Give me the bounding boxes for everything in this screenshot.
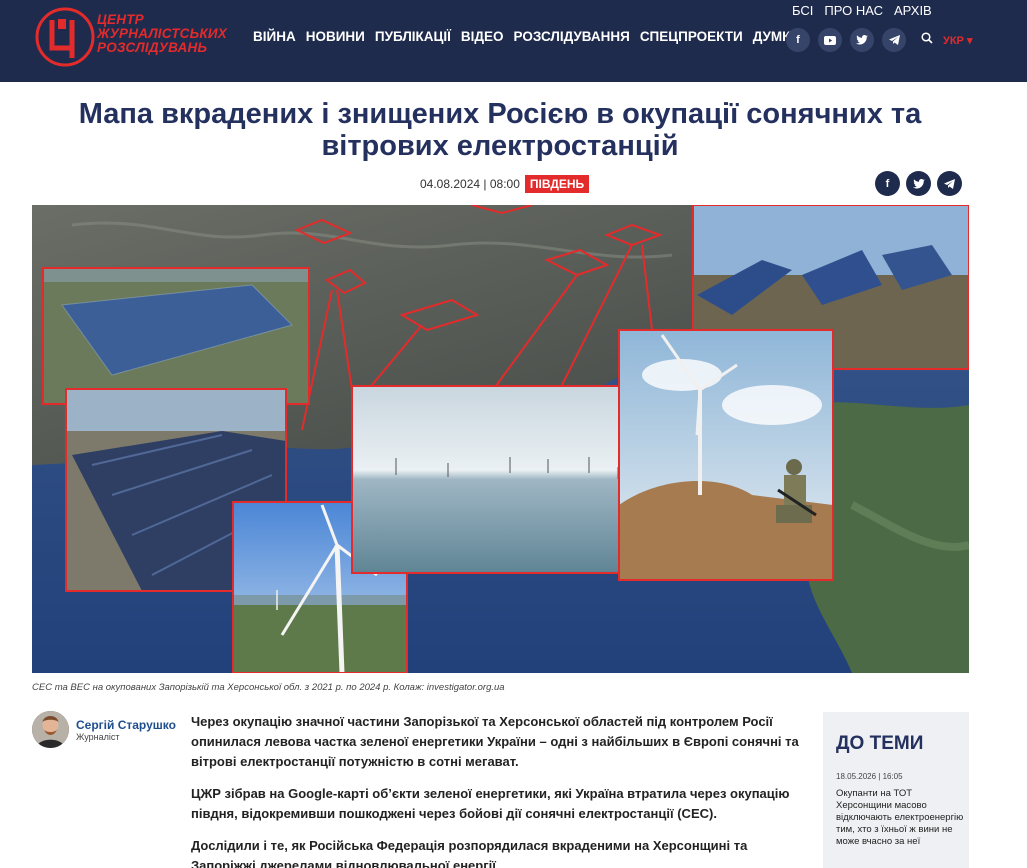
article-paragraph: Дослідили і те, як Російська Федерація р… bbox=[191, 838, 748, 868]
title-line: вітрових електростанцій bbox=[321, 130, 679, 162]
search-icon[interactable] bbox=[921, 32, 933, 48]
topnav-item-about[interactable]: ПРО НАС bbox=[824, 3, 883, 18]
telegram-icon[interactable] bbox=[937, 171, 962, 196]
region-badge[interactable]: ПІВДЕНЬ bbox=[524, 175, 590, 193]
topnav-item-bsi[interactable]: БСІ bbox=[792, 3, 813, 18]
article-paragraph: ЦЖР зібрав на Google-карті об’єкти зелен… bbox=[191, 786, 790, 821]
article-date: 04.08.2024 | 08:00 bbox=[420, 177, 520, 191]
sidebar-item-date: 18.05.2026 | 16:05 bbox=[836, 772, 903, 781]
main-nav: ВІЙНА НОВИНИ ПУБЛІКАЦІЇ ВІДЕО РОЗСЛІДУВА… bbox=[253, 29, 810, 44]
image-caption: СЕС та ВЕС на окупованих Запорізькій та … bbox=[32, 682, 505, 693]
youtube-icon[interactable] bbox=[818, 28, 842, 52]
header-social-links: f bbox=[786, 28, 906, 52]
author-name[interactable]: Сергій Старушко bbox=[76, 718, 176, 732]
top-nav: БСІ ПРО НАС АРХІВ bbox=[792, 3, 943, 18]
hero-collage-image[interactable] bbox=[32, 205, 969, 673]
site-header: ЦЕНТР ЖУРНАЛІСТСЬКИХ РОЗСЛІДУВАНЬ ВІЙНА … bbox=[0, 0, 1027, 82]
telegram-icon[interactable] bbox=[882, 28, 906, 52]
twitter-icon[interactable] bbox=[906, 171, 931, 196]
nav-item-news[interactable]: НОВИНИ bbox=[306, 29, 365, 44]
avatar[interactable] bbox=[32, 711, 69, 748]
article-meta: 04.08.2024 | 08:00 ПІВДЕНЬ bbox=[420, 175, 590, 193]
related-sidebar: ДО ТЕМИ 18.05.2026 | 16:05 Окупанти на Т… bbox=[823, 712, 969, 868]
nav-item-video[interactable]: ВІДЕО bbox=[461, 29, 504, 44]
nav-item-publications[interactable]: ПУБЛІКАЦІЇ bbox=[375, 29, 451, 44]
logo-text[interactable]: ЦЕНТР ЖУРНАЛІСТСЬКИХ РОЗСЛІДУВАНЬ bbox=[97, 13, 227, 55]
author-role: Журналіст bbox=[76, 732, 120, 742]
article-title: Мапа вкрадених і знищених Росією в окупа… bbox=[40, 98, 960, 162]
title-line: Мапа вкрадених і знищених Росією в окупа… bbox=[78, 98, 922, 130]
facebook-icon[interactable]: f bbox=[875, 171, 900, 196]
sidebar-title: ДО ТЕМИ bbox=[836, 733, 924, 754]
logo-line: ЖУРНАЛІСТСЬКИХ bbox=[97, 26, 227, 41]
share-buttons: f bbox=[875, 171, 962, 196]
nav-item-investigations[interactable]: РОЗСЛІДУВАННЯ bbox=[514, 29, 630, 44]
sidebar-item-link[interactable]: Окупанти на ТОТ Херсонщини масово відклю… bbox=[836, 788, 964, 848]
author-block[interactable]: Сергій Старушко Журналіст bbox=[32, 711, 176, 748]
logo-line: ЦЕНТР bbox=[97, 12, 144, 27]
article-body: Через окупацію значної частини Запорізьк… bbox=[191, 712, 811, 868]
topnav-item-archive[interactable]: АРХІВ bbox=[894, 3, 932, 18]
facebook-icon[interactable]: f bbox=[786, 28, 810, 52]
article-paragraph: Через окупацію значної частини Запорізьк… bbox=[191, 714, 799, 769]
nav-item-war[interactable]: ВІЙНА bbox=[253, 29, 296, 44]
language-selector[interactable]: УКР ▾ bbox=[943, 34, 972, 47]
logo-icon[interactable] bbox=[34, 6, 96, 68]
twitter-icon[interactable] bbox=[850, 28, 874, 52]
logo-line: РОЗСЛІДУВАНЬ bbox=[97, 40, 208, 55]
nav-item-special-projects[interactable]: СПЕЦПРОЕКТИ bbox=[640, 29, 743, 44]
